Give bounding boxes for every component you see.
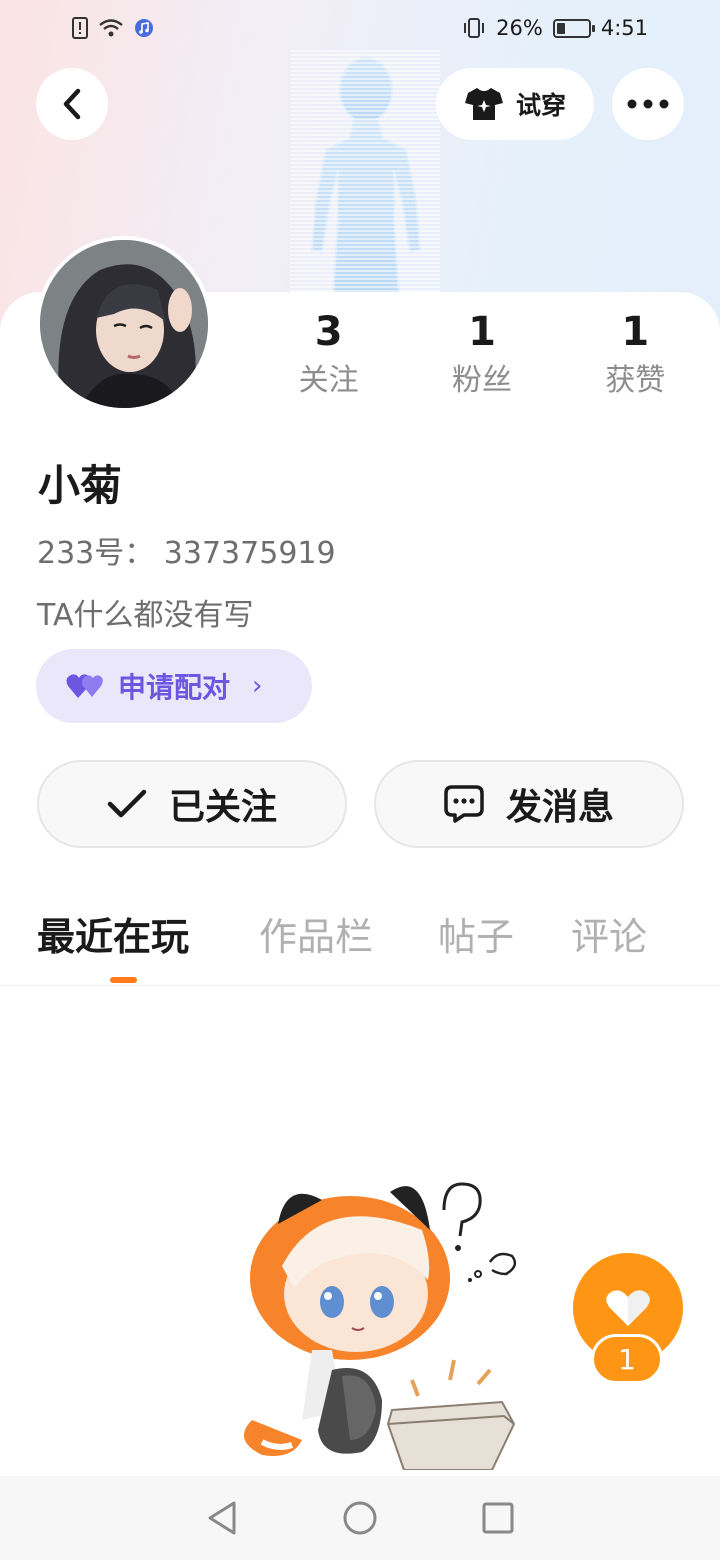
double-heart-icon [66,674,103,698]
music-app-icon [135,19,153,37]
send-message-label: 发消息 [505,787,614,828]
status-bar: 26% 4:51 [0,0,720,56]
stat-value: 3 [314,309,343,355]
active-tab-indicator [110,977,137,983]
like-count-badge: 1 [591,1334,663,1384]
tshirt-icon [464,88,503,120]
stat-following[interactable]: 3 关注 [264,306,394,404]
nav-back-icon[interactable] [206,1500,238,1536]
tab-recently-played[interactable]: 最近在玩 [37,906,189,968]
battery-percent: 26% [496,16,543,40]
content-tabs: 最近在玩 作品栏 帖子 评论 [0,906,720,986]
avatar-image [40,240,208,408]
stat-label: 关注 [298,363,359,398]
stat-followers[interactable]: 1 粉丝 [417,306,547,404]
sim-alert-icon [72,17,88,39]
avatar[interactable] [36,236,212,412]
stat-likes[interactable]: 1 获赞 [570,306,700,404]
checkmark-icon [107,789,147,818]
battery-level [556,22,565,34]
chevron-right-icon: › [252,671,263,701]
chevron-left-icon [63,88,81,120]
back-button[interactable] [36,68,108,140]
battery-icon [552,18,595,38]
avatar-outfit-figure [290,50,440,310]
user-bio: TA什么都没有写 [37,598,254,633]
tab-comments[interactable]: 评论 [571,906,647,968]
request-pair-button[interactable]: 申请配对 › [36,649,312,723]
tab-works[interactable]: 作品栏 [259,906,373,968]
tab-posts[interactable]: 帖子 [438,906,514,968]
more-dots-icon [627,99,669,109]
nav-recents-icon[interactable] [482,1502,514,1534]
more-options-button[interactable] [612,68,684,140]
heart-icon [606,1290,650,1326]
username: 小菊 [38,461,123,510]
stat-label: 获赞 [605,363,666,398]
chat-bubble-icon [444,785,484,823]
followed-label: 已关注 [168,787,277,828]
stat-value: 1 [468,309,496,355]
nav-home-icon[interactable] [342,1500,378,1536]
clock: 4:51 [600,16,648,40]
send-message-button[interactable]: 发消息 [374,760,684,848]
try-on-button[interactable]: 试穿 [436,68,594,140]
stat-value: 1 [621,309,650,355]
followed-button[interactable]: 已关注 [37,760,347,848]
request-pair-label: 申请配对 [118,671,231,704]
empty-state-illustration [244,1182,517,1470]
system-navigation-bar [0,1476,720,1560]
vibrate-icon [464,18,485,38]
wifi-icon [99,19,123,37]
try-on-label: 试穿 [515,91,566,120]
profile-stats: 3 关注 1 粉丝 1 获赞 [252,306,712,404]
user-id: 233号： 337375919 [37,536,336,571]
stat-label: 粉丝 [451,363,512,398]
